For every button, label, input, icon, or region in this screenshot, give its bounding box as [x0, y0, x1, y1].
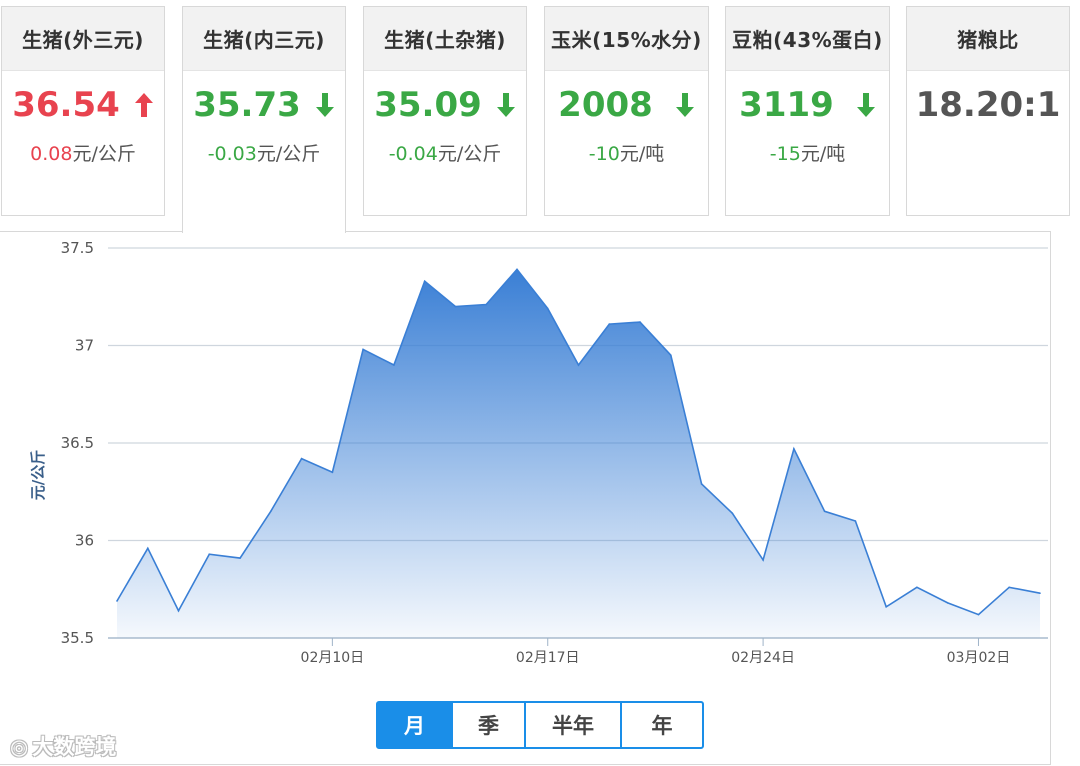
data-point[interactable] [700, 483, 703, 485]
card-price: 3119 [739, 85, 834, 125]
card-change-value: -15 [769, 143, 801, 165]
data-point[interactable] [762, 559, 764, 561]
card-title: 豆粕(43%蛋白) [726, 7, 889, 71]
data-point[interactable] [454, 305, 457, 308]
card-change-unit: 元/公斤 [72, 143, 136, 165]
arrow-up-icon [134, 93, 153, 117]
card-change-unit: 元/公斤 [256, 143, 321, 165]
card-price-row: 35.73 [183, 71, 345, 139]
card-change: -0.04元/公斤 [364, 139, 526, 166]
card-price: 35.73 [193, 85, 301, 125]
x-tick-label: 02月10日 [301, 650, 365, 666]
arrow-down-icon [675, 93, 694, 117]
data-point[interactable] [393, 364, 395, 366]
period-quarter-button[interactable]: 季 [453, 703, 526, 747]
card-title: 生猪(土杂猪) [364, 7, 526, 71]
card-5[interactable]: 猪粮比 18.20:1 [906, 6, 1070, 216]
arrow-down-icon [856, 93, 875, 117]
card-change-unit: 元/公斤 [437, 143, 502, 165]
data-point[interactable] [731, 512, 734, 514]
arrow-down-icon [315, 93, 334, 117]
data-point[interactable] [270, 510, 272, 513]
card-change-value: 0.08 [30, 143, 73, 165]
period-year-button[interactable]: 年 [622, 703, 702, 747]
y-axis-label: 元/公斤 [29, 450, 47, 500]
data-point[interactable] [485, 303, 488, 306]
data-point[interactable] [608, 323, 611, 325]
data-point[interactable] [946, 602, 949, 604]
card-price-row: 36.54 [2, 71, 164, 139]
data-point[interactable] [577, 364, 580, 366]
card-title: 玉米(15%水分) [545, 7, 708, 71]
data-point[interactable] [639, 321, 641, 323]
x-tick-label: 02月24日 [731, 650, 795, 666]
data-point[interactable] [362, 348, 364, 351]
chart-svg: 35.5 36 36.5 37 37.5 02月10日 02月17日 02月24日 03月02… [29, 239, 1048, 666]
card-change-value: -0.04 [388, 143, 438, 165]
card-title: 猪粮比 [907, 7, 1069, 71]
watermark: ◎ 大数跨境 [10, 731, 116, 761]
y-tick-label: 36.5 [61, 434, 94, 452]
card-change-value: -0.03 [207, 143, 257, 165]
data-point[interactable] [177, 609, 180, 612]
card-price-row: 18.20:1 [907, 71, 1069, 139]
period-half-year-button[interactable]: 半年 [526, 703, 622, 747]
card-3[interactable]: 玉米(15%水分) 2008 -10元/吨 [544, 6, 709, 216]
card-2[interactable]: 生猪(土杂猪) 35.09 -0.04元/公斤 [363, 6, 527, 216]
price-cards: 生猪(外三元) 36.54 0.08元/公斤 生猪(内三元) 35.73 -0.… [0, 0, 1080, 233]
data-point[interactable] [331, 471, 334, 474]
card-1[interactable]: 生猪(内三元) 35.73 -0.03元/公斤 [182, 6, 346, 233]
data-point[interactable] [146, 547, 149, 550]
x-tick-label: 02月17日 [516, 650, 580, 666]
data-point[interactable] [885, 606, 887, 608]
x-tick-label: 03月02日 [947, 650, 1011, 666]
card-0[interactable]: 生猪(外三元) 36.54 0.08元/公斤 [1, 6, 165, 216]
card-price: 36.54 [12, 85, 120, 125]
data-point[interactable] [1008, 586, 1011, 589]
data-point[interactable] [516, 268, 518, 271]
y-tick-label: 37.5 [61, 239, 94, 257]
card-change-unit: 元/吨 [619, 143, 665, 165]
data-point[interactable] [239, 557, 241, 559]
arrow-down-icon [496, 93, 515, 117]
card-price: 35.09 [374, 85, 482, 125]
period-selector: 月 季 半年 年 [376, 701, 704, 749]
card-4[interactable]: 豆粕(43%蛋白) 3119 -15元/吨 [725, 6, 890, 216]
data-point[interactable] [916, 586, 918, 589]
y-tick-label: 35.5 [61, 629, 94, 647]
watermark-text: 大数跨境 [32, 735, 117, 759]
card-change: -15元/吨 [726, 139, 889, 166]
card-change: -0.03元/公斤 [183, 139, 345, 166]
card-price-row: 2008 [545, 71, 708, 139]
data-point[interactable] [854, 520, 857, 522]
period-month-button[interactable]: 月 [378, 703, 453, 747]
data-point[interactable] [116, 600, 118, 602]
card-change-unit: 元/吨 [800, 143, 846, 165]
watermark-logo-icon: ◎ [10, 735, 29, 759]
data-point[interactable] [300, 457, 303, 460]
data-point[interactable] [208, 553, 211, 555]
data-point[interactable] [670, 354, 672, 357]
y-tick-label: 36 [75, 532, 94, 550]
card-price-row: 35.09 [364, 71, 526, 139]
data-point[interactable] [793, 448, 795, 450]
card-title: 生猪(内三元) [183, 7, 345, 71]
data-point[interactable] [546, 307, 549, 310]
data-point[interactable] [977, 613, 980, 616]
card-title: 生猪(外三元) [2, 7, 164, 71]
data-point[interactable] [823, 510, 826, 513]
card-price: 2008 [558, 85, 653, 125]
card-change-value: -10 [588, 143, 620, 165]
price-chart: 35.5 36 36.5 37 37.5 02月10日 02月17日 02月24日 03月02… [0, 231, 1051, 765]
data-point[interactable] [423, 280, 426, 282]
series-area [117, 269, 1040, 638]
card-change: 0.08元/公斤 [2, 139, 164, 166]
card-price: 18.20:1 [915, 85, 1061, 125]
card-price-row: 3119 [726, 71, 889, 139]
card-change: -10元/吨 [545, 139, 708, 166]
y-tick-label: 37 [75, 337, 94, 355]
data-point[interactable] [1039, 592, 1041, 594]
